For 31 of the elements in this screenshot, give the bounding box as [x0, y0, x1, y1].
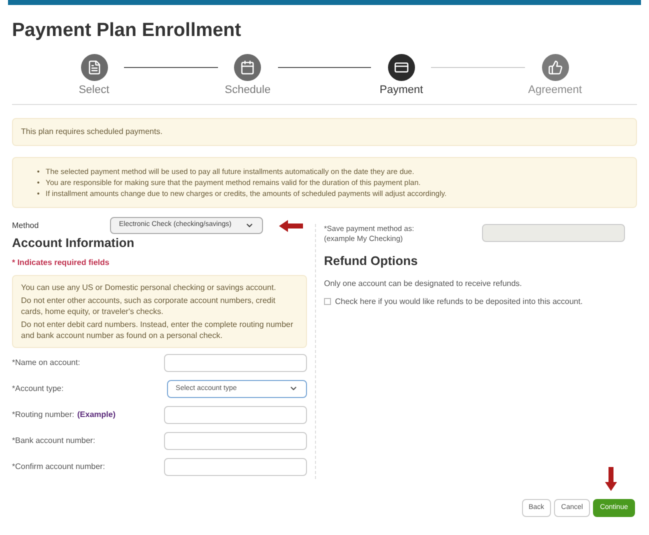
step-label: Schedule: [224, 82, 271, 98]
refund-checkbox[interactable]: [324, 298, 331, 306]
field-label: *Account type:: [12, 382, 64, 395]
example-link[interactable]: (Example): [77, 408, 116, 421]
section-heading: Account Information: [12, 235, 136, 252]
checkbox-label: Check here if you would like refunds to be deposited into this account.: [335, 296, 583, 308]
text-field[interactable]: [164, 458, 307, 476]
field-label: *Name on account:: [12, 356, 80, 369]
thumbs-up-icon: [548, 60, 563, 74]
field-label: *Confirm account number:: [12, 460, 105, 473]
text-field[interactable]: [164, 406, 307, 424]
arrow-icon: [279, 220, 303, 232]
document-icon: [86, 60, 102, 74]
notice-box: This plan requires scheduled payments.: [12, 118, 637, 146]
text-field[interactable]: [164, 354, 307, 372]
arrow-icon: [605, 467, 617, 491]
method-label: Method: [12, 220, 40, 232]
account-info-box: You can use any US or Domestic personal checking or savings account. Do not enter other accounts, such as corporate account numbers, credit cards, home equity, or traveler's checks. Do not enter debit card numbers. Instead, enter the complete routing number and bank account number as found on a personal check.: [12, 274, 307, 348]
refund-text: Only one account can be designated to receive refunds.: [324, 278, 523, 290]
step-label: Payment: [380, 82, 424, 98]
required-note: * Indicates required fields: [12, 256, 110, 269]
calendar-icon: [240, 60, 256, 74]
step-label: Select: [78, 82, 110, 98]
card-icon: [394, 60, 409, 74]
field-label: *Routing number:: [12, 408, 74, 421]
text-field[interactable]: [164, 432, 307, 450]
step-label: Agreement: [528, 82, 582, 98]
field-label: *Bank account number:: [12, 434, 96, 447]
section-heading: Refund Options: [324, 253, 419, 270]
chevron-icon: [245, 221, 254, 230]
page-title: Payment Plan Enrollment: [12, 19, 242, 43]
